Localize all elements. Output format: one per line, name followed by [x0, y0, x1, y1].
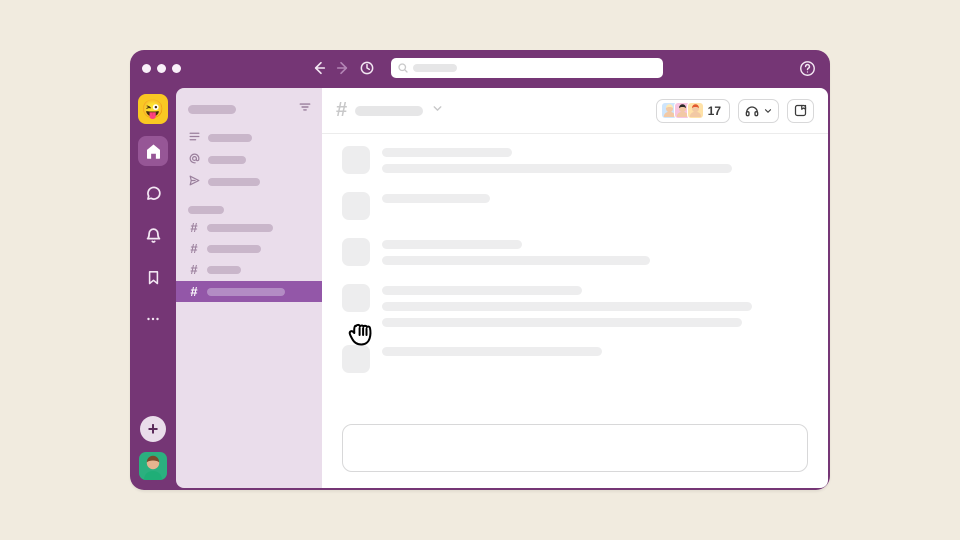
message-text-line [382, 164, 732, 173]
rail-later[interactable] [138, 262, 168, 292]
message-list[interactable] [322, 134, 828, 414]
sidebar-item-label [208, 134, 252, 142]
sidebar-channel-item[interactable]: # [176, 217, 322, 238]
message-avatar [342, 192, 370, 220]
chevron-down-icon[interactable] [431, 102, 444, 120]
channel-sidebar: # # # # [176, 88, 322, 488]
search-input[interactable] [391, 58, 663, 78]
message-text-line [382, 286, 582, 295]
sidebar-section-channels[interactable] [176, 203, 322, 217]
hash-icon: # [188, 220, 200, 235]
sidebar-channel-item[interactable]: # [176, 259, 322, 280]
traffic-light-minimize[interactable] [157, 64, 166, 73]
sidebar-channel-item[interactable]: # [176, 281, 322, 302]
message-text-line [382, 318, 742, 327]
message-avatar [342, 238, 370, 266]
message-item[interactable] [342, 284, 808, 327]
sidebar-channel-item[interactable]: # [176, 238, 322, 259]
left-rail: 😜 + [130, 86, 176, 490]
hash-icon: # [188, 284, 200, 299]
sidebar-nav-item[interactable] [176, 149, 322, 171]
workspace-name[interactable] [188, 105, 236, 114]
message-item[interactable] [342, 146, 808, 174]
message-avatar [342, 345, 370, 373]
sidebar-item-label [207, 288, 285, 296]
message-text-line [382, 302, 752, 311]
huddle-button[interactable] [738, 99, 779, 123]
message-item[interactable] [342, 345, 808, 373]
sidebar-item-label [207, 245, 261, 253]
message-avatar [342, 284, 370, 312]
members-button[interactable]: 17 [656, 99, 730, 123]
member-count: 17 [708, 104, 721, 118]
sidebar-nav-item[interactable] [176, 171, 322, 193]
app-window: 😜 + [130, 50, 830, 490]
message-item[interactable] [342, 192, 808, 220]
help-icon[interactable] [799, 60, 816, 77]
add-label: + [148, 419, 159, 440]
message-avatar [342, 146, 370, 174]
hash-icon: # [188, 241, 200, 256]
message-text-line [382, 194, 490, 203]
message-text-line [382, 347, 602, 356]
nav-forward-icon[interactable] [335, 60, 351, 76]
user-avatar[interactable] [139, 452, 167, 480]
filter-icon[interactable] [298, 100, 312, 119]
sidebar-item-label [208, 156, 246, 164]
workspace-switcher[interactable]: 😜 [138, 94, 168, 124]
message-composer[interactable] [342, 424, 808, 472]
message-text-line [382, 148, 512, 157]
main-panel: # 17 [322, 88, 828, 488]
titlebar [130, 50, 830, 86]
add-workspace-button[interactable]: + [140, 416, 166, 442]
rail-more[interactable] [138, 304, 168, 334]
workspace-emoji: 😜 [142, 99, 164, 120]
sidebar-item-label [208, 178, 260, 186]
message-text-line [382, 256, 650, 265]
sidebar-item-label [207, 266, 241, 274]
hash-icon: # [336, 99, 347, 122]
nav-back-icon[interactable] [311, 60, 327, 76]
message-text-line [382, 240, 522, 249]
search-placeholder [413, 64, 457, 72]
rail-activity[interactable] [138, 220, 168, 250]
sidebar-item-label [207, 224, 273, 232]
canvas-button[interactable] [787, 99, 814, 123]
thread-icon [188, 130, 201, 146]
message-item[interactable] [342, 238, 808, 266]
history-icon[interactable] [359, 60, 375, 76]
mentions-icon [188, 152, 201, 168]
channel-header: # 17 [322, 88, 828, 134]
rail-dms[interactable] [138, 178, 168, 208]
hash-icon: # [188, 262, 200, 277]
drafts-icon [188, 174, 201, 190]
member-avatar [687, 102, 704, 119]
rail-home[interactable] [138, 136, 168, 166]
window-controls [142, 64, 181, 73]
traffic-light-close[interactable] [142, 64, 151, 73]
sidebar-nav-item[interactable] [176, 127, 322, 149]
channel-name[interactable] [355, 106, 423, 116]
traffic-light-zoom[interactable] [172, 64, 181, 73]
